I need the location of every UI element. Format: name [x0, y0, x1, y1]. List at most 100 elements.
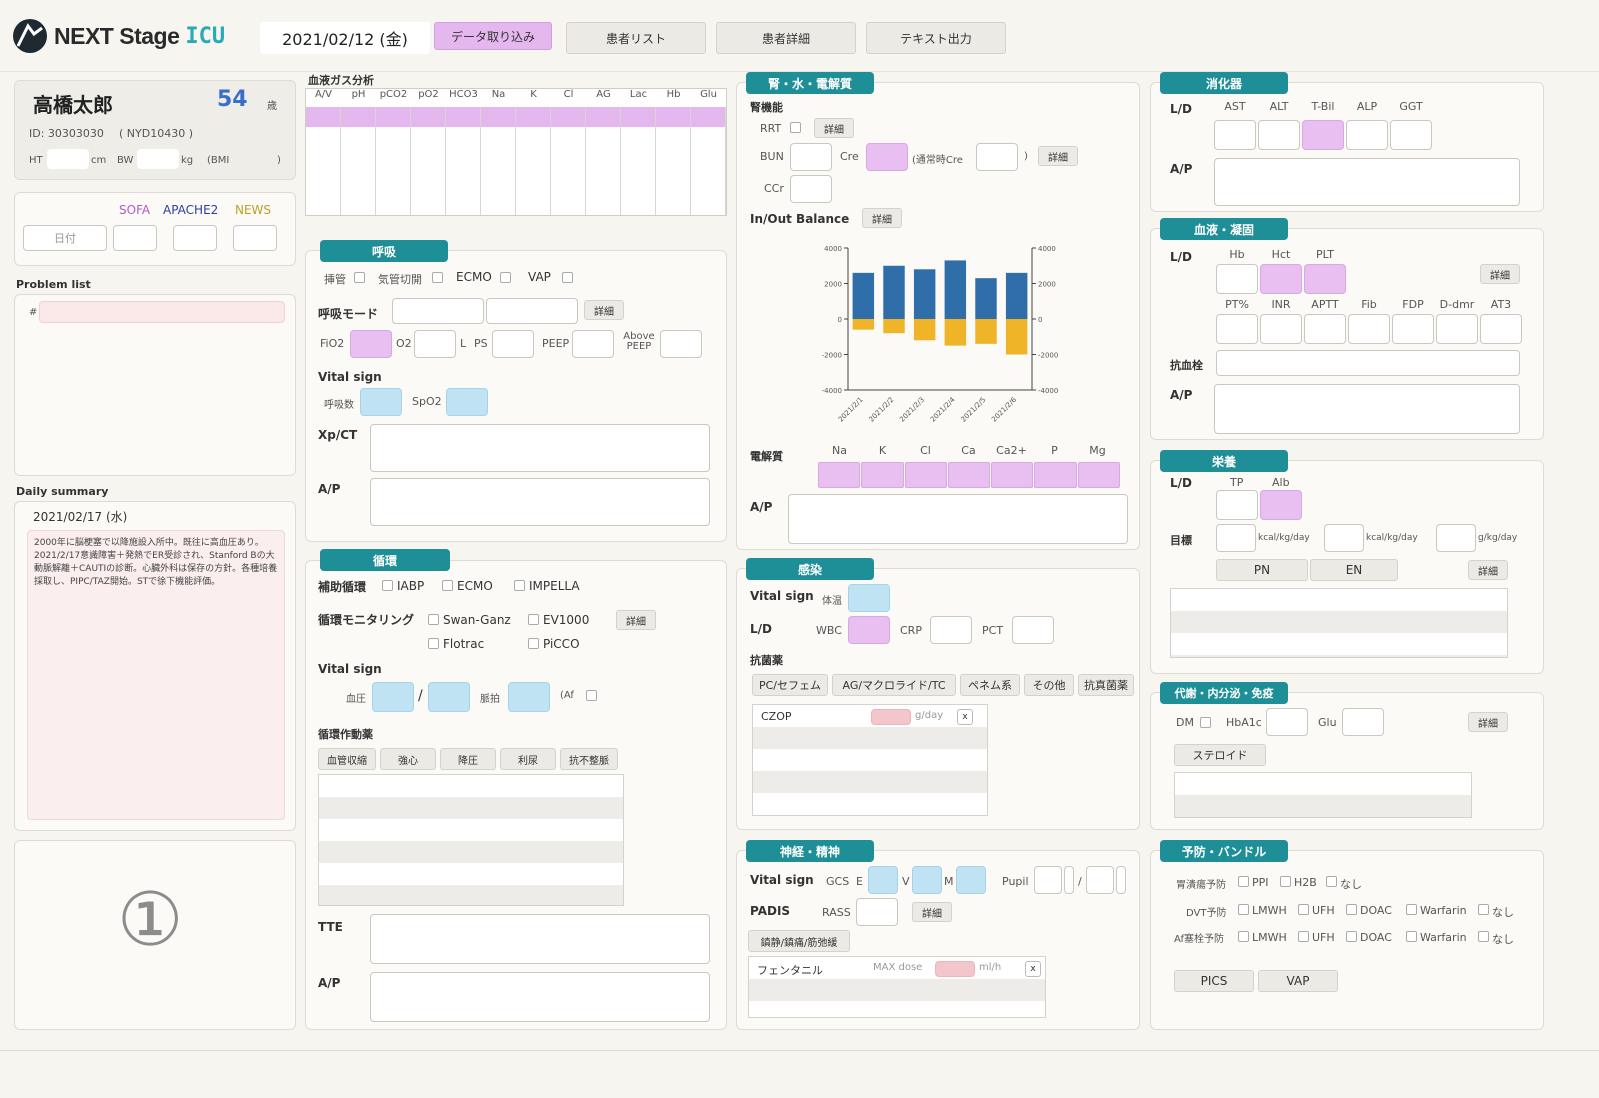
swan-checkbox[interactable] [428, 614, 439, 625]
max-dose-input[interactable] [935, 961, 975, 977]
tte-input[interactable] [370, 914, 710, 964]
af-checkbox[interactable] [586, 690, 597, 701]
normal-cre-input[interactable] [976, 143, 1018, 171]
mg-input[interactable] [1077, 462, 1120, 488]
gi-ap-input[interactable] [1214, 158, 1520, 206]
rr-input[interactable] [360, 388, 402, 416]
steroid-tab[interactable]: ステロイド [1174, 744, 1266, 766]
af-doac-checkbox[interactable] [1346, 931, 1357, 942]
blood-ap-input[interactable] [1214, 384, 1520, 434]
padis-detail-button[interactable]: 詳細 [912, 902, 952, 922]
crp-input[interactable] [930, 616, 972, 644]
abx-tab-ag[interactable]: AG/マクロライド/TC [832, 674, 956, 696]
cre-detail-button[interactable]: 詳細 [1038, 146, 1078, 166]
inr-input[interactable] [1260, 314, 1302, 344]
kcal-input-1[interactable] [1216, 524, 1256, 552]
temp-input[interactable] [848, 584, 890, 612]
vap-checkbox[interactable] [562, 272, 573, 283]
fio2-input[interactable] [350, 330, 392, 358]
antiarrhythmic-tab[interactable]: 抗不整脈 [560, 748, 618, 770]
o2-input[interactable] [414, 330, 456, 358]
alt-input[interactable] [1258, 120, 1300, 150]
alp-input[interactable] [1346, 120, 1388, 150]
resp-ap-input[interactable] [370, 478, 710, 526]
pupil-right-react[interactable] [1116, 866, 1126, 894]
abx-tab-pc[interactable]: PC/セフェム [752, 674, 828, 696]
resp-mode-input-2[interactable] [486, 298, 578, 324]
io-detail-button[interactable]: 詳細 [862, 208, 902, 228]
af-warfarin-checkbox[interactable] [1406, 931, 1417, 942]
af-lmwh-checkbox[interactable] [1238, 931, 1249, 942]
dvt-warfarin-checkbox[interactable] [1406, 904, 1417, 915]
at3-input[interactable] [1480, 314, 1522, 344]
bun-input[interactable] [790, 143, 832, 171]
abx-tab-other[interactable]: その他 [1024, 674, 1074, 696]
anticoag-input[interactable] [1216, 350, 1520, 376]
dvt-none-checkbox[interactable] [1478, 904, 1489, 915]
sofa-input[interactable] [113, 225, 157, 251]
steroid-list[interactable] [1174, 772, 1472, 818]
ev1000-checkbox[interactable] [528, 614, 539, 625]
gcs-m-input[interactable] [956, 866, 986, 894]
daily-summary-text[interactable]: 2000年に脳梗塞で以降施設入所中。既往に高血圧あり。2021/2/17意識障害… [27, 530, 285, 820]
import-button[interactable]: データ取り込み [434, 22, 552, 50]
resp-mode-input-1[interactable] [392, 298, 484, 324]
ulcer-none-checkbox[interactable] [1326, 876, 1337, 887]
kcal-input-2[interactable] [1324, 524, 1364, 552]
hr-input[interactable] [508, 682, 550, 712]
impella-checkbox[interactable] [514, 580, 525, 591]
renal-ap-input[interactable] [788, 494, 1128, 544]
sedation-tab[interactable]: 鎮静/鎮痛/筋弛緩 [748, 930, 850, 952]
circ-ecmo-checkbox[interactable] [442, 580, 453, 591]
dvt-doac-checkbox[interactable] [1346, 904, 1357, 915]
ast-input[interactable] [1214, 120, 1256, 150]
resp-ecmo-checkbox[interactable] [500, 272, 511, 283]
ca-input[interactable] [947, 462, 991, 488]
abx-dose-input[interactable] [871, 709, 911, 725]
vaso-tab[interactable]: 血管収縮 [318, 748, 376, 770]
tracheostomy-checkbox[interactable] [432, 272, 443, 283]
nutr-detail-button[interactable]: 詳細 [1468, 560, 1508, 580]
pupil-right-input[interactable] [1086, 866, 1114, 894]
hypotensive-tab[interactable]: 降圧 [440, 748, 496, 770]
ddimer-input[interactable] [1436, 314, 1478, 344]
apache-input[interactable] [173, 225, 217, 251]
bp-diastolic-input[interactable] [428, 682, 470, 712]
fdp-input[interactable] [1392, 314, 1434, 344]
ca2-input[interactable] [991, 462, 1034, 488]
metab-detail-button[interactable]: 詳細 [1468, 712, 1508, 732]
score-date-input[interactable]: 日付 [23, 225, 107, 251]
hct-input[interactable] [1260, 264, 1302, 294]
tbil-input[interactable] [1302, 120, 1344, 150]
dm-checkbox[interactable] [1200, 717, 1211, 728]
p-input[interactable] [1034, 462, 1077, 488]
peep-input[interactable] [572, 330, 614, 358]
ggt-input[interactable] [1390, 120, 1432, 150]
intubation-checkbox[interactable] [354, 272, 365, 283]
pupil-left-react[interactable] [1064, 866, 1074, 894]
circ-ap-input[interactable] [370, 972, 710, 1022]
problem-input[interactable] [39, 301, 285, 323]
hb-input[interactable] [1216, 264, 1258, 294]
alb-input[interactable] [1260, 490, 1302, 520]
resp-detail-button[interactable]: 詳細 [584, 300, 624, 320]
abx-tab-antifungal[interactable]: 抗真菌薬 [1078, 674, 1134, 696]
bw-input[interactable] [137, 149, 179, 169]
ppi-checkbox[interactable] [1238, 876, 1249, 887]
picco-checkbox[interactable] [528, 638, 539, 649]
pupil-left-input[interactable] [1034, 866, 1062, 894]
pt-input[interactable] [1216, 314, 1258, 344]
circ-detail-button[interactable]: 詳細 [616, 610, 656, 630]
pn-tab[interactable]: PN [1216, 559, 1308, 581]
rrt-detail-button[interactable]: 詳細 [814, 118, 854, 138]
protein-input[interactable] [1436, 524, 1476, 552]
blood-detail-button[interactable]: 詳細 [1480, 264, 1520, 284]
abx-tab-penem[interactable]: ペネム系 [960, 674, 1020, 696]
text-export-button[interactable]: テキスト出力 [866, 22, 1006, 54]
gcs-e-input[interactable] [868, 866, 898, 894]
na-input[interactable] [818, 462, 861, 488]
circ-drug-list[interactable] [318, 774, 624, 906]
xp-input[interactable] [370, 424, 710, 472]
tp-input[interactable] [1216, 490, 1258, 520]
inotrope-tab[interactable]: 強心 [380, 748, 436, 770]
